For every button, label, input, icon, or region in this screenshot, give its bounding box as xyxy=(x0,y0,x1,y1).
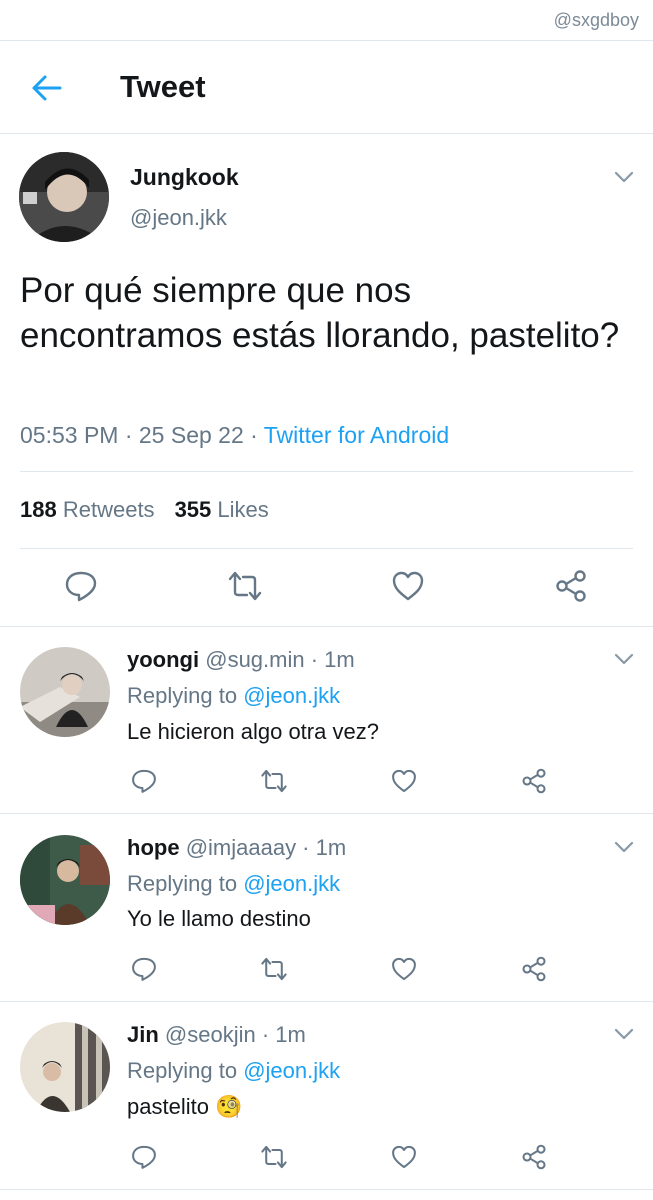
reply-icon xyxy=(65,571,97,602)
share-icon xyxy=(522,1144,546,1170)
mention-link[interactable]: @jeon.jkk xyxy=(243,683,340,708)
reply-button[interactable] xyxy=(130,1143,158,1171)
share-button[interactable] xyxy=(553,568,589,604)
arrow-left-icon xyxy=(32,75,62,101)
retweet-icon xyxy=(261,769,287,793)
replying-prefix: Replying to xyxy=(127,871,244,896)
retweet-button[interactable] xyxy=(260,955,288,983)
chevron-down-icon xyxy=(614,841,634,853)
mention-link[interactable]: @jeon.jkk xyxy=(243,871,340,896)
replying-to: Replying to @jeon.jkk xyxy=(127,1058,340,1084)
retweet-button[interactable] xyxy=(260,1143,288,1171)
chevron-down-icon xyxy=(614,653,634,665)
share-icon xyxy=(522,768,546,794)
replying-prefix: Replying to xyxy=(127,683,244,708)
chevron-down-icon xyxy=(614,171,634,183)
reply-header: Jin @seokjin · 1m xyxy=(127,1022,306,1048)
reply-options-button[interactable] xyxy=(613,840,635,854)
like-button[interactable] xyxy=(390,767,418,795)
reply-meta: @imjaaaay · 1m xyxy=(185,835,347,860)
replying-prefix: Replying to xyxy=(127,1058,244,1083)
tweet-options-button[interactable] xyxy=(613,170,635,184)
heart-icon xyxy=(392,957,416,981)
tweet-timestamp: 05:53 PM · 25 Sep 22 · xyxy=(20,422,264,448)
tweet-meta: 05:53 PM · 25 Sep 22 · Twitter for Andro… xyxy=(20,422,449,449)
reply-options-button[interactable] xyxy=(613,652,635,666)
divider xyxy=(0,626,653,627)
tweet-stats: 188 Retweets 355 Likes xyxy=(20,497,269,523)
likes-count: 355 xyxy=(174,497,212,522)
replying-to: Replying to @jeon.jkk xyxy=(127,871,340,897)
like-button[interactable] xyxy=(390,568,426,604)
like-button[interactable] xyxy=(390,955,418,983)
reply-icon xyxy=(132,957,156,981)
reply-header: yoongi @sug.min · 1m xyxy=(127,647,355,673)
retweets-label: Retweets xyxy=(62,497,155,522)
retweet-icon xyxy=(261,1145,287,1169)
retweets-count: 188 xyxy=(20,497,57,522)
reply-author-name[interactable]: Jin xyxy=(127,1022,159,1047)
reply-avatar[interactable] xyxy=(20,647,110,737)
share-button[interactable] xyxy=(520,955,548,983)
page-title: Tweet xyxy=(120,69,206,104)
reply-text: pastelito 🧐 xyxy=(127,1094,243,1119)
mention-link[interactable]: @jeon.jkk xyxy=(243,1058,340,1083)
heart-icon xyxy=(392,769,416,793)
share-button[interactable] xyxy=(520,1143,548,1171)
header: Tweet xyxy=(0,41,653,133)
share-icon xyxy=(522,956,546,982)
share-icon xyxy=(556,570,586,602)
reply-author-name[interactable]: yoongi xyxy=(127,647,199,672)
avatar-image xyxy=(19,152,109,242)
heart-icon xyxy=(392,571,424,601)
avatar-image xyxy=(20,1022,110,1112)
reply-header: hope @imjaaaay · 1m xyxy=(127,835,346,861)
divider xyxy=(20,471,633,472)
author-name[interactable]: Jungkook xyxy=(130,164,239,191)
likes-stat[interactable]: 355 Likes xyxy=(175,497,269,522)
header-divider xyxy=(0,133,653,134)
likes-label: Likes xyxy=(217,497,269,522)
reply-button[interactable] xyxy=(130,955,158,983)
retweet-button[interactable] xyxy=(227,568,263,604)
reply-author-name[interactable]: hope xyxy=(127,835,180,860)
retweet-button[interactable] xyxy=(260,767,288,795)
tweet-source-link[interactable]: Twitter for Android xyxy=(264,422,449,448)
replying-to: Replying to @jeon.jkk xyxy=(127,683,340,709)
tweet-text: Por qué siempre que nos encontramos está… xyxy=(20,271,620,355)
reply-options-button[interactable] xyxy=(613,1027,635,1041)
reply-avatar[interactable] xyxy=(20,835,110,925)
reply-meta: @sug.min · 1m xyxy=(205,647,355,672)
avatar[interactable] xyxy=(19,152,109,242)
divider xyxy=(0,1001,653,1002)
divider xyxy=(20,548,633,549)
reply-button[interactable] xyxy=(63,568,99,604)
retweet-icon xyxy=(228,571,262,601)
watermark: @sxgdboy xyxy=(553,10,639,30)
reply-avatar[interactable] xyxy=(20,1022,110,1112)
reply-icon xyxy=(132,1145,156,1169)
reply-text: Le hicieron algo otra vez? xyxy=(127,719,379,744)
author-handle[interactable]: @jeon.jkk xyxy=(130,205,227,231)
divider xyxy=(0,1189,653,1190)
reply-button[interactable] xyxy=(130,767,158,795)
retweets-stat[interactable]: 188 Retweets xyxy=(20,497,155,522)
back-button[interactable] xyxy=(30,73,64,103)
reply-text: Yo le llamo destino xyxy=(127,906,311,931)
like-button[interactable] xyxy=(390,1143,418,1171)
reply-meta: @seokjin · 1m xyxy=(164,1022,306,1047)
avatar-image xyxy=(20,835,110,925)
share-button[interactable] xyxy=(520,767,548,795)
heart-icon xyxy=(392,1145,416,1169)
retweet-icon xyxy=(261,957,287,981)
divider xyxy=(0,813,653,814)
avatar-image xyxy=(20,647,110,737)
chevron-down-icon xyxy=(614,1028,634,1040)
reply-icon xyxy=(132,769,156,793)
